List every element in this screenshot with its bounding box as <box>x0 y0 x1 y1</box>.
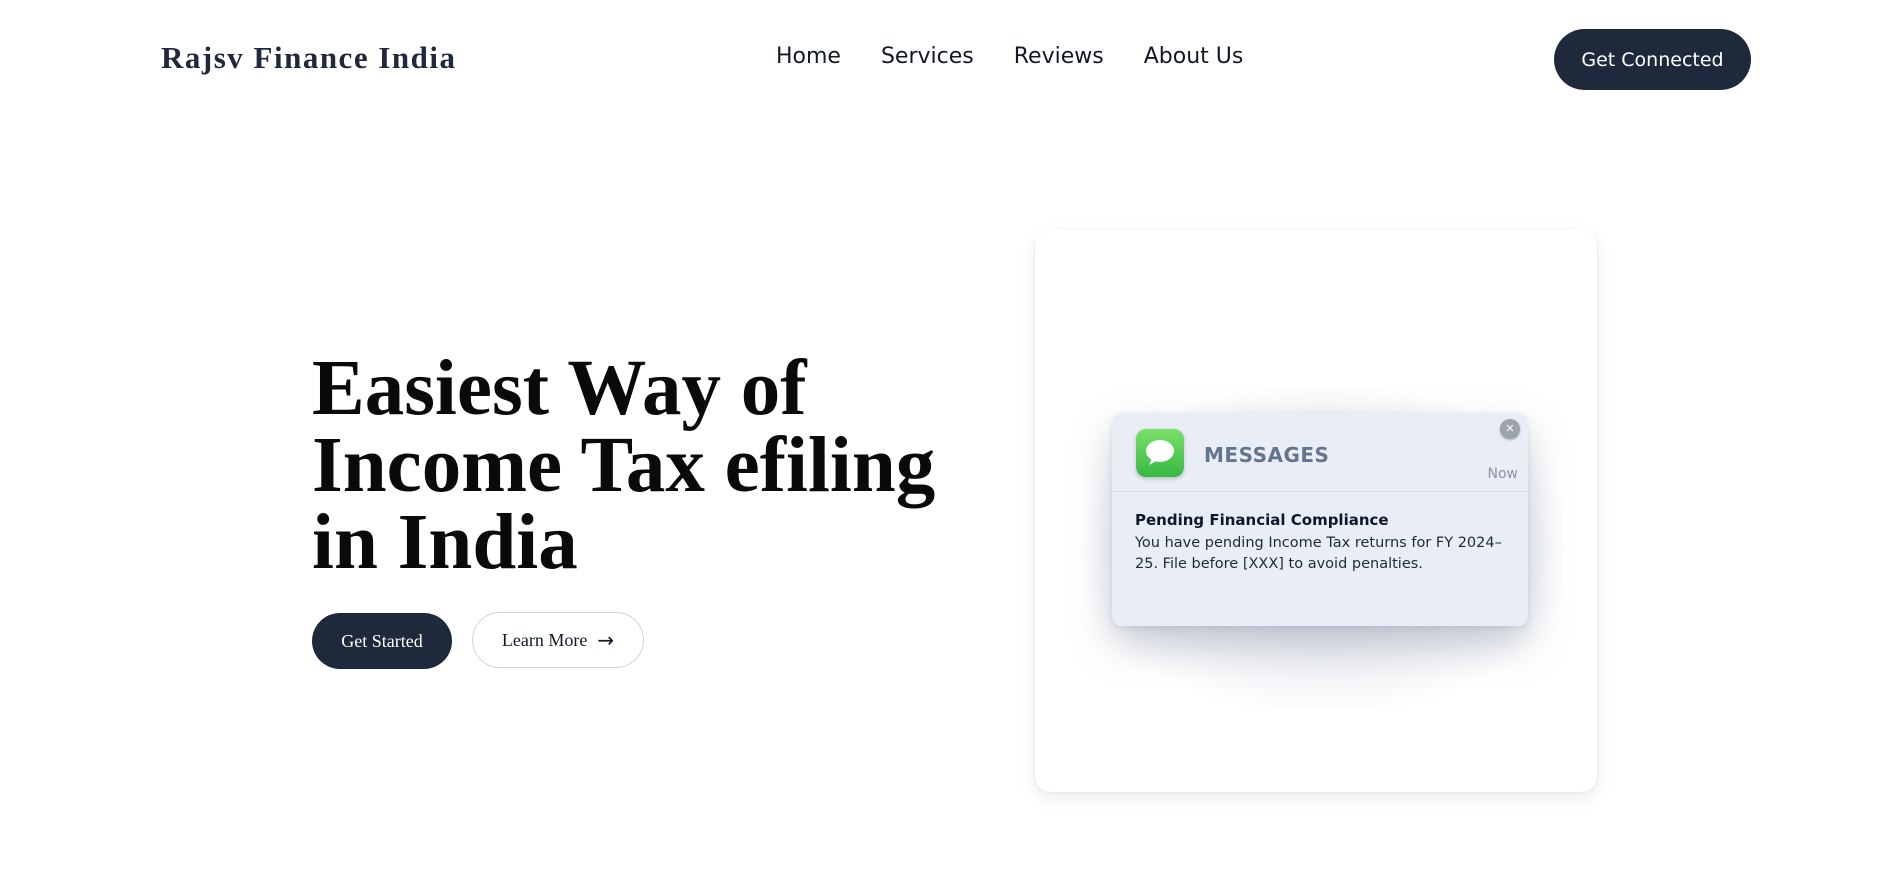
notification-app-name: MESSAGES <box>1204 443 1330 467</box>
nav-item-about-us[interactable]: About Us <box>1144 44 1244 69</box>
hero-title: Easiest Way of Income Tax efiling in Ind… <box>312 345 936 586</box>
brand-logo-text[interactable]: Rajsv Finance India <box>161 40 456 76</box>
get-started-button[interactable]: Get Started <box>312 613 452 669</box>
nav-item-services[interactable]: Services <box>881 44 974 69</box>
main-nav: Home Services Reviews About Us <box>776 44 1243 69</box>
nav-item-reviews[interactable]: Reviews <box>1014 44 1104 69</box>
get-connected-button[interactable]: Get Connected <box>1554 29 1751 90</box>
notification-header: MESSAGES Now <box>1112 413 1528 492</box>
notification-popup: MESSAGES Now ✕ Pending Financial Complia… <box>1112 413 1528 626</box>
nav-item-home[interactable]: Home <box>776 44 841 69</box>
learn-more-label: Learn More <box>501 629 588 650</box>
messages-app-icon <box>1136 429 1184 477</box>
notification-title: Pending Financial Compliance <box>1135 511 1389 529</box>
notification-body: You have pending Income Tax returns for … <box>1135 535 1502 572</box>
close-icon[interactable]: ✕ <box>1500 419 1520 439</box>
arrow-right-icon: → <box>597 628 615 652</box>
notification-time: Now <box>1487 466 1519 482</box>
learn-more-button[interactable]: Learn More → <box>472 612 644 668</box>
